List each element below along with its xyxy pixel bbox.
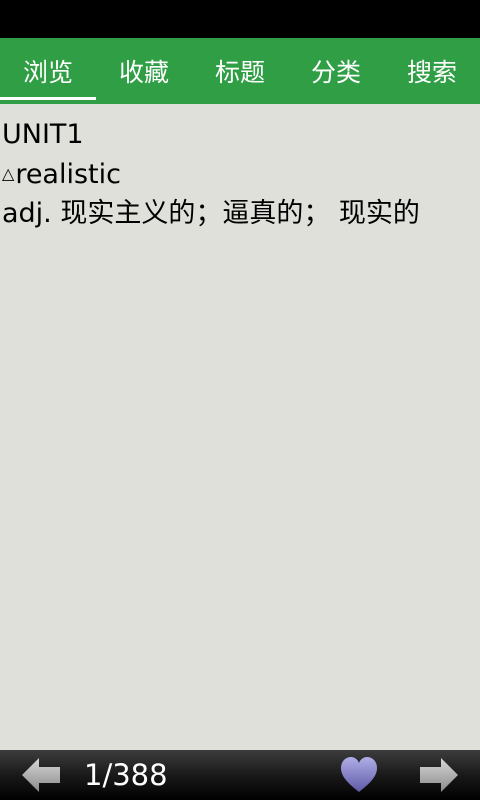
tab-browse-label: 浏览 (22, 58, 73, 87)
unit-title: UNIT1 (2, 119, 84, 150)
tab-favorites[interactable]: 收藏 (96, 38, 192, 104)
app-window: 浏览 收藏 标题 分类 搜索 UNIT1 △realistic adj. 现实主… (0, 0, 480, 800)
heart-icon (341, 757, 377, 792)
tab-search[interactable]: 搜索 (384, 38, 480, 104)
tab-search-label: 搜索 (406, 58, 457, 87)
favorite-button[interactable] (339, 755, 379, 795)
tab-favorites-label: 收藏 (118, 58, 169, 87)
triangle-bullet: △ (2, 164, 15, 183)
bottom-nav-bar: 1/388 (0, 750, 480, 800)
tab-categories-label: 分类 (310, 58, 361, 87)
tab-bar: 浏览 收藏 标题 分类 搜索 (0, 38, 480, 104)
word-text: realistic (15, 159, 121, 190)
tab-browse[interactable]: 浏览 (0, 38, 96, 104)
page-indicator: 1/388 (84, 758, 168, 792)
arrow-right-icon (420, 758, 458, 792)
tab-titles-label: 标题 (214, 58, 265, 87)
word-definition: adj. 现实主义的；逼真的； 现实的 (2, 198, 420, 229)
word-entry: △realistic (0, 154, 480, 194)
tab-titles[interactable]: 标题 (192, 38, 288, 104)
word-content: UNIT1 △realistic adj. 现实主义的；逼真的； 现实的 (0, 104, 480, 750)
tab-categories[interactable]: 分类 (288, 38, 384, 104)
prev-button[interactable] (22, 756, 62, 794)
status-bar (0, 0, 480, 38)
next-button[interactable] (418, 756, 458, 794)
arrow-left-icon (22, 758, 60, 792)
